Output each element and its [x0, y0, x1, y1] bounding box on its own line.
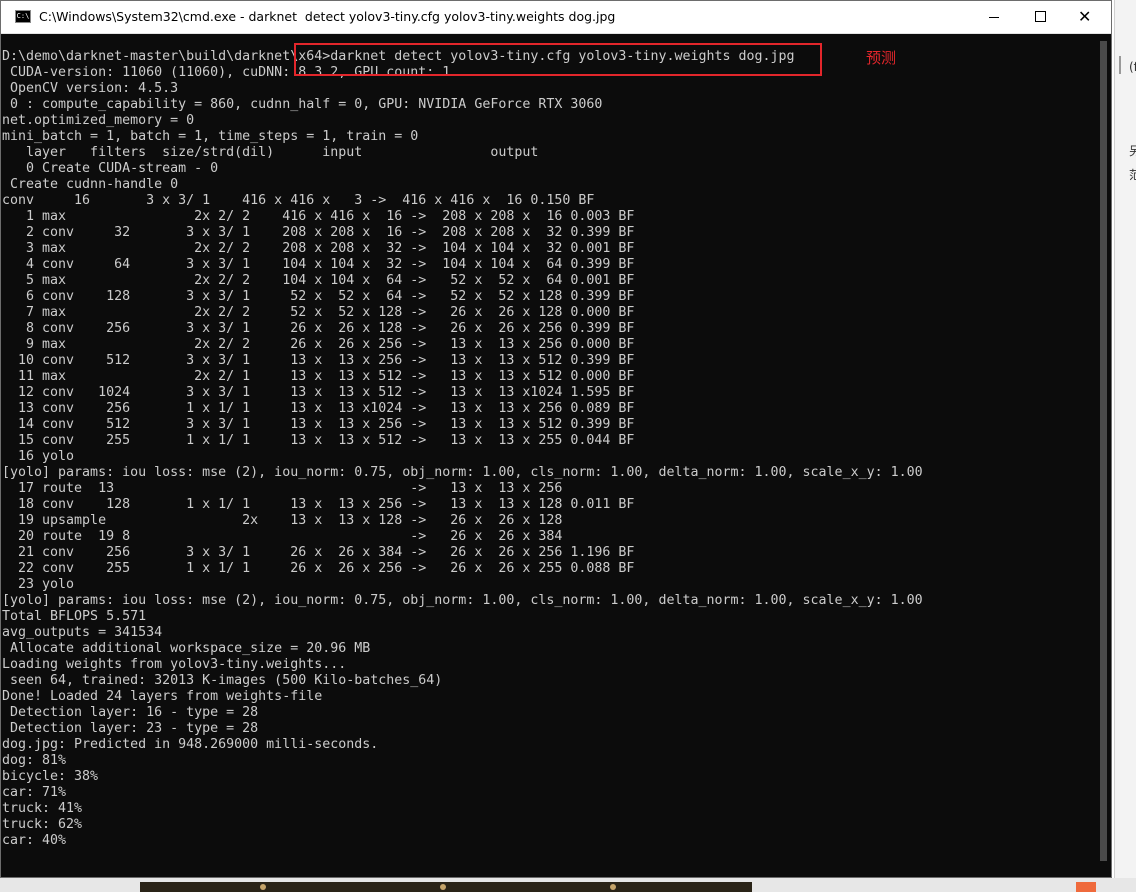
cmd-icon[interactable]: C:\: [15, 10, 31, 23]
minimize-button[interactable]: [971, 1, 1017, 33]
console-line: net.optimized_memory = 0: [2, 113, 195, 128]
console-line: 6 conv 128 3 x 3/ 1 52 x 52 x 64 -> 52 x…: [2, 289, 635, 304]
background-strip: [0, 878, 1136, 892]
close-button[interactable]: ✕: [1063, 1, 1109, 33]
console-line: Done! Loaded 24 layers from weights-file: [2, 689, 323, 704]
cmd-window: C:\ C:\Windows\System32\cmd.exe - darkne…: [0, 0, 1112, 878]
console-line: 17 route 13 -> 13 x 13 x 256: [2, 481, 563, 496]
background-badge: [1076, 882, 1096, 892]
console-line: conv 16 3 x 3/ 1 416 x 416 x 3 -> 416 x …: [2, 193, 595, 208]
console-line: 18 conv 128 1 x 1/ 1 13 x 13 x 256 -> 13…: [2, 497, 635, 512]
console-line: 1 max 2x 2/ 2 416 x 416 x 16 -> 208 x 20…: [2, 209, 635, 224]
maximize-icon: [1035, 11, 1046, 22]
console-line: truck: 41%: [2, 801, 83, 816]
close-icon: ✕: [1078, 7, 1092, 26]
title-bar[interactable]: C:\ C:\Windows\System32\cmd.exe - darkne…: [1, 1, 1111, 34]
console-line: layer filters size/strd(dil) input outpu…: [2, 145, 539, 160]
scrollbar-thumb[interactable]: [1100, 41, 1107, 861]
console-line: bicycle: 38%: [2, 769, 99, 784]
console-line: [yolo] params: iou loss: mse (2), iou_no…: [2, 593, 923, 608]
console-line: 3 max 2x 2/ 2 208 x 208 x 32 -> 104 x 10…: [2, 241, 635, 256]
background-window-edge: (f 另 范: [1114, 0, 1136, 892]
annotation-highlight-box: [294, 43, 822, 76]
console-line: 9 max 2x 2/ 2 26 x 26 x 256 -> 13 x 13 x…: [2, 337, 635, 352]
console-output[interactable]: D:\demo\darknet-master\build\darknet\x64…: [2, 49, 1096, 869]
console-line: car: 40%: [2, 833, 67, 848]
background-glyph: 范: [1129, 168, 1136, 182]
console-line: seen 64, trained: 32013 K-images (500 Ki…: [2, 673, 443, 688]
console-line: OpenCV version: 4.5.3: [2, 81, 179, 96]
console-line: 13 conv 256 1 x 1/ 1 13 x 13 x1024 -> 13…: [2, 401, 635, 416]
console-line: 15 conv 255 1 x 1/ 1 13 x 13 x 512 -> 13…: [2, 433, 635, 448]
console-line: 2 conv 32 3 x 3/ 1 208 x 208 x 16 -> 208…: [2, 225, 635, 240]
background-glyph: 另: [1129, 144, 1136, 158]
console-line: Loading weights from yolov3-tiny.weights…: [2, 657, 347, 672]
console-line: 14 conv 512 3 x 3/ 1 13 x 13 x 256 -> 13…: [2, 417, 635, 432]
minimize-icon: [989, 17, 999, 18]
window-title: C:\Windows\System32\cmd.exe - darknet de…: [39, 9, 616, 24]
console-line: 0 : compute_capability = 860, cudnn_half…: [2, 97, 603, 112]
console-line: dog: 81%: [2, 753, 67, 768]
console-line: Allocate additional workspace_size = 20.…: [2, 641, 371, 656]
console-line: avg_outputs = 341534: [2, 625, 163, 640]
console-line: truck: 62%: [2, 817, 83, 832]
console-line: 16 yolo: [2, 449, 75, 464]
console-line: 11 max 2x 2/ 1 13 x 13 x 512 -> 13 x 13 …: [2, 369, 635, 384]
console-line: 7 max 2x 2/ 2 52 x 52 x 128 -> 26 x 26 x…: [2, 305, 635, 320]
console-line: Total BFLOPS 5.571: [2, 609, 147, 624]
console-line: mini_batch = 1, batch = 1, time_steps = …: [2, 129, 419, 144]
console-line: Detection layer: 23 - type = 28: [2, 721, 259, 736]
background-glyph: (f: [1129, 60, 1136, 74]
console-line: 4 conv 64 3 x 3/ 1 104 x 104 x 32 -> 104…: [2, 257, 635, 272]
console-line: [yolo] params: iou loss: mse (2), iou_no…: [2, 465, 923, 480]
console-line: 10 conv 512 3 x 3/ 1 13 x 13 x 256 -> 13…: [2, 353, 635, 368]
console-line: 8 conv 256 3 x 3/ 1 26 x 26 x 128 -> 26 …: [2, 321, 635, 336]
maximize-button[interactable]: [1017, 1, 1063, 33]
console-line: Detection layer: 16 - type = 28: [2, 705, 259, 720]
console-line: 23 yolo: [2, 577, 75, 592]
console-line: dog.jpg: Predicted in 948.269000 milli-s…: [2, 737, 379, 752]
background-photo: [140, 882, 752, 892]
console-line: 19 upsample 2x 13 x 13 x 128 -> 26 x 26 …: [2, 513, 563, 528]
background-scroll-indicator: [1119, 56, 1121, 74]
console-line: 20 route 19 8 -> 26 x 26 x 384: [2, 529, 563, 544]
console-line: 21 conv 256 3 x 3/ 1 26 x 26 x 384 -> 26…: [2, 545, 635, 560]
console-line: 0 Create CUDA-stream - 0: [2, 161, 219, 176]
console-line: car: 71%: [2, 785, 67, 800]
console-line: 12 conv 1024 3 x 3/ 1 13 x 13 x 512 -> 1…: [2, 385, 635, 400]
console-line: Create cudnn-handle 0: [2, 177, 179, 192]
console-line: 22 conv 255 1 x 1/ 1 26 x 26 x 256 -> 26…: [2, 561, 635, 576]
annotation-label: 预测: [866, 49, 897, 67]
console-line: 5 max 2x 2/ 2 104 x 104 x 64 -> 52 x 52 …: [2, 273, 635, 288]
